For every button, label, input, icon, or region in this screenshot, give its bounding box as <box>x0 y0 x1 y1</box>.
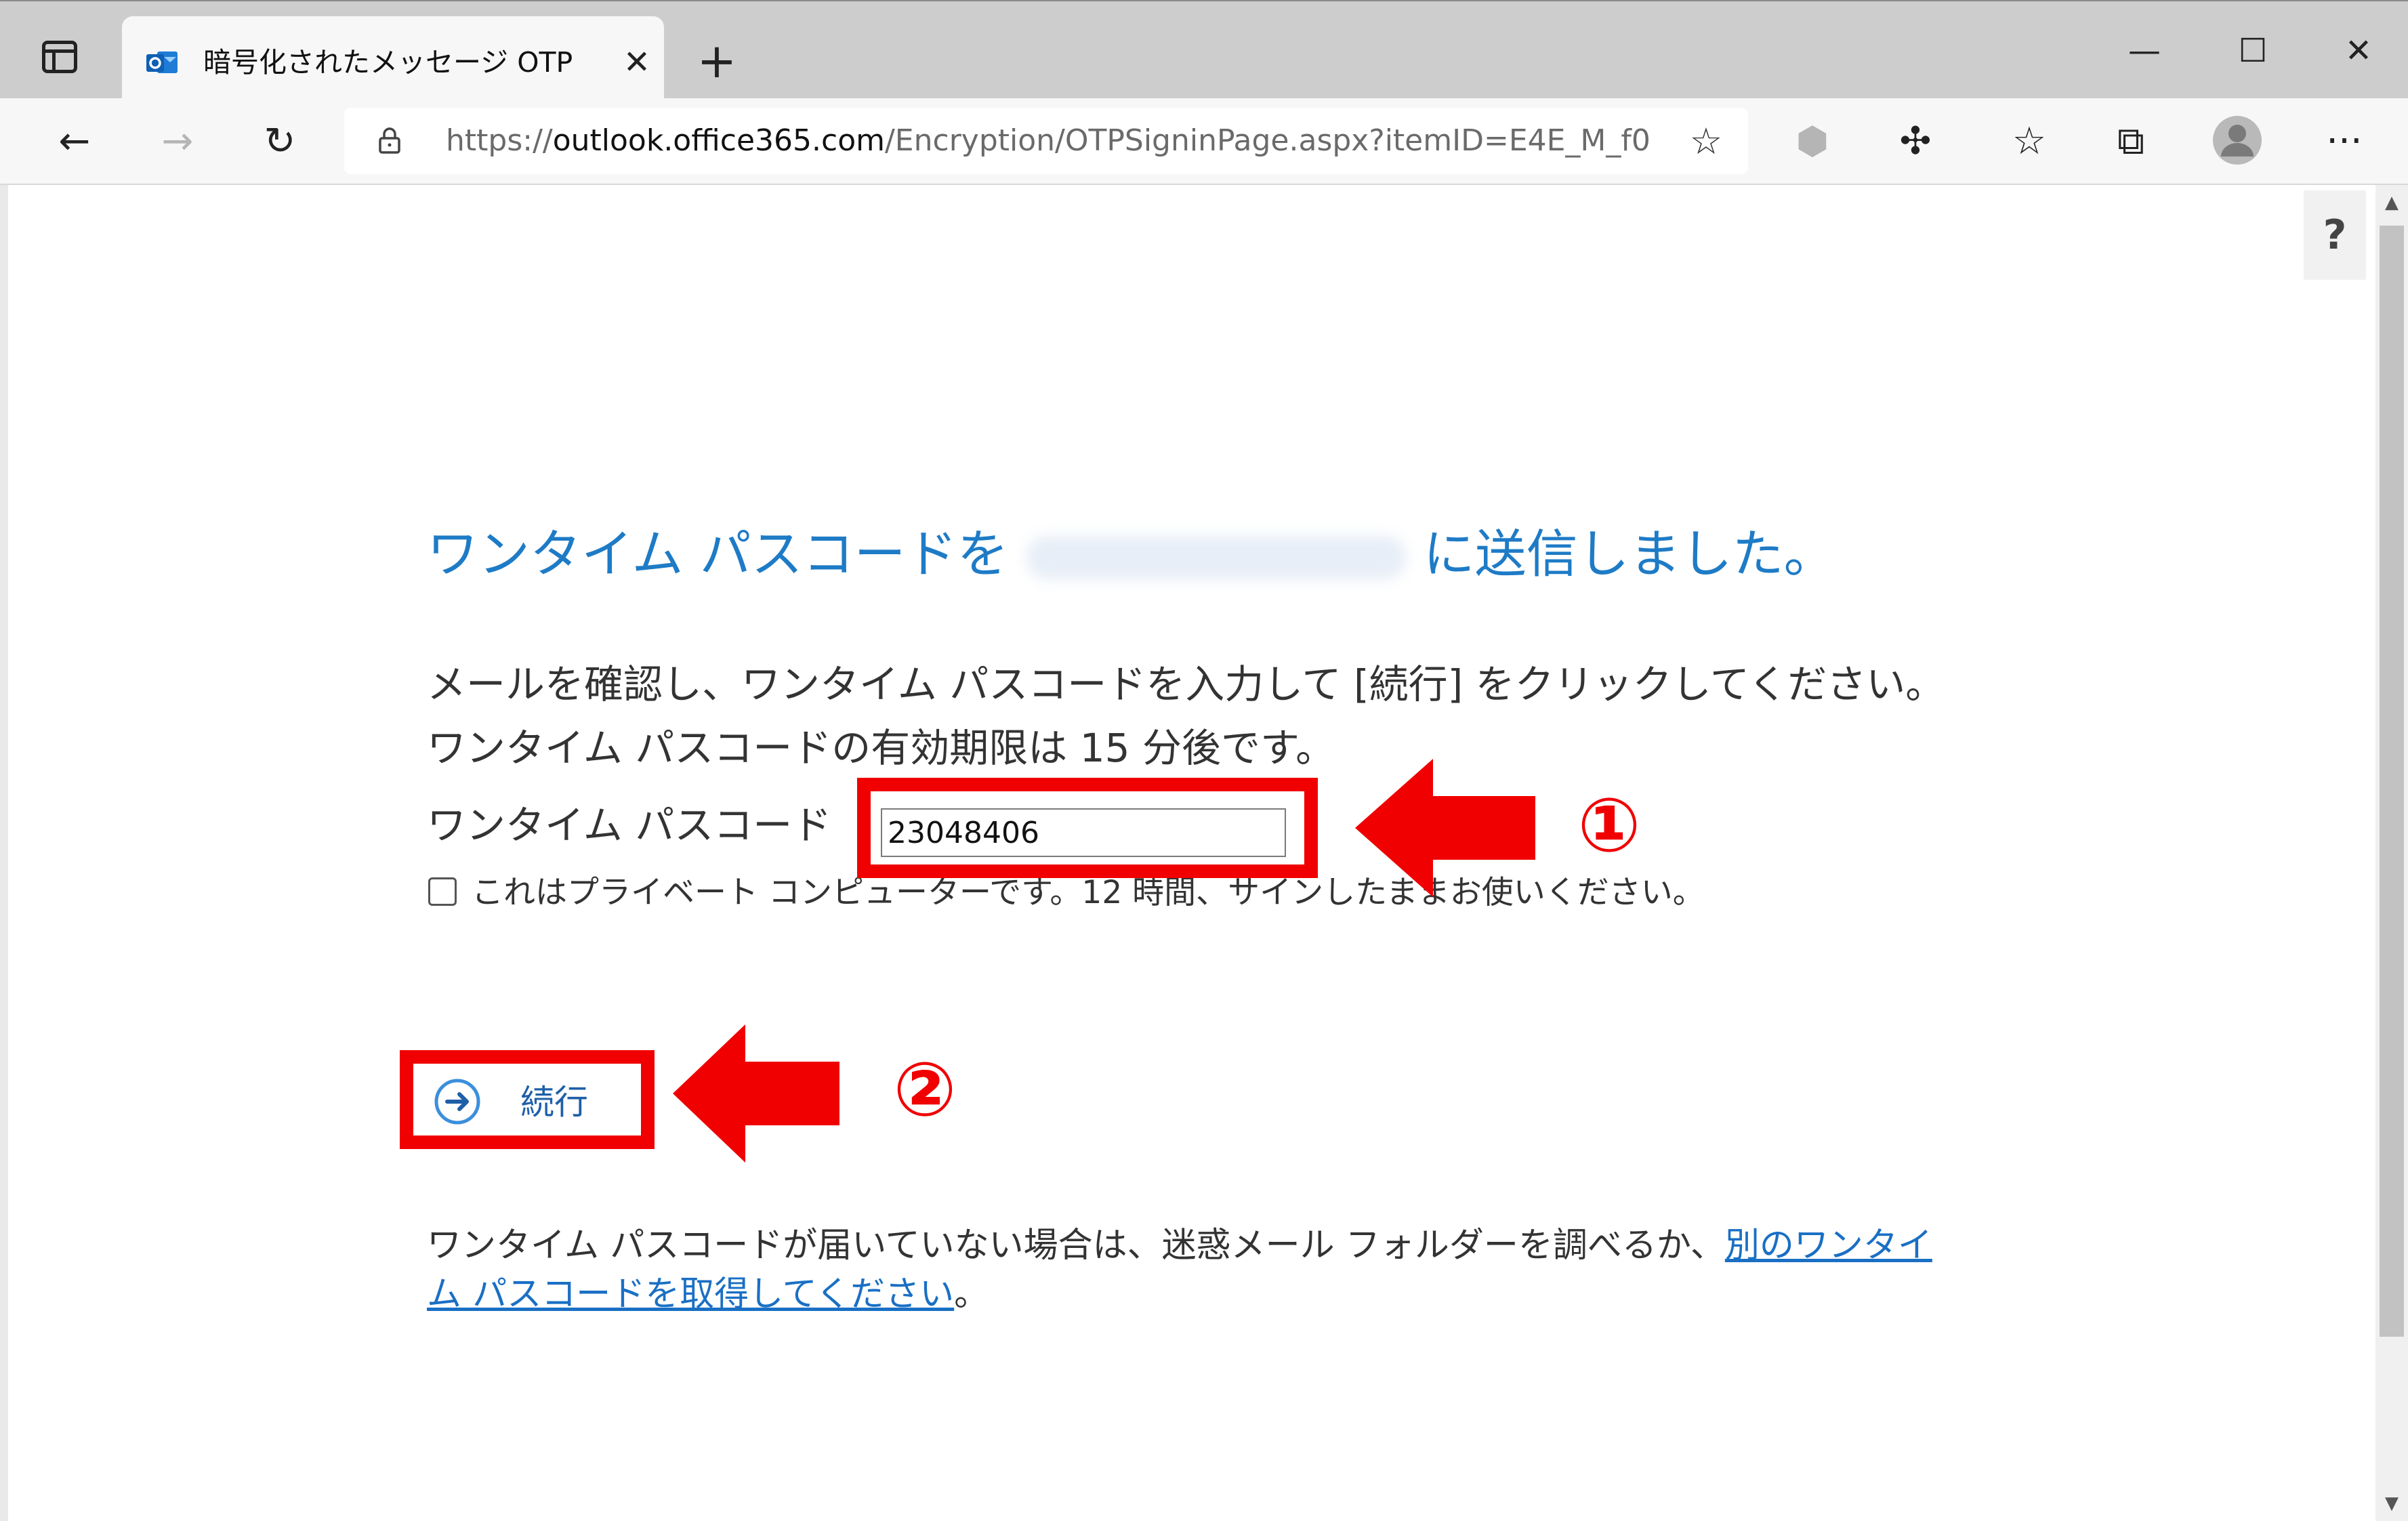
tab-title: 暗号化されたメッセージ OTP のサイン <box>203 46 583 79</box>
heading-prefix: ワンタイム パスコードを <box>427 524 1009 584</box>
redacted-email <box>1026 536 1406 579</box>
left-edge <box>0 185 8 1521</box>
help-button[interactable]: ? <box>2304 190 2366 280</box>
add-favorite-icon[interactable]: ☆ <box>1679 114 1733 169</box>
step-2-number: ② <box>893 1046 957 1133</box>
step-1-number: ① <box>1577 782 1641 869</box>
shield-icon[interactable]: ⬢ <box>1785 114 1840 169</box>
close-window-icon[interactable]: ✕ <box>2328 27 2389 75</box>
private-computer-checkbox[interactable] <box>428 877 457 906</box>
browser-toolbar: ← → ↻ https://outlook.office365.com/Encr… <box>0 98 2408 185</box>
footer-prefix: ワンタイム パスコードが届いていない場合は、迷惑メール フォルダーを調べるか、 <box>427 1226 1725 1266</box>
lock-icon[interactable] <box>378 127 401 154</box>
forward-icon[interactable]: → <box>150 114 205 169</box>
otp-label: ワンタイム パスコード <box>427 802 832 848</box>
heading-suffix: に送信しました。 <box>1423 524 1835 584</box>
highlight-continue-box <box>400 1050 655 1149</box>
minimize-icon[interactable]: — <box>2114 27 2175 75</box>
more-icon[interactable]: ··· <box>2317 114 2371 169</box>
url-scheme: https:// <box>446 123 553 158</box>
highlight-otp-box <box>857 778 1318 878</box>
url-path: /Encryption/OTPSigninPage.aspx?itemID=E4… <box>884 123 1652 158</box>
profile-icon[interactable] <box>2210 113 2264 167</box>
extensions-icon[interactable]: ✣ <box>1888 114 1943 169</box>
page-title: ワンタイム パスコードを に送信しました。 <box>427 517 1917 591</box>
tab-actions-icon[interactable] <box>42 41 77 73</box>
refresh-icon[interactable]: ↻ <box>253 114 307 169</box>
scrollbar-thumb[interactable] <box>2380 226 2404 1337</box>
collections-icon[interactable]: ⧉ <box>2104 114 2158 169</box>
scroll-down-icon[interactable]: ▼ <box>2375 1490 2408 1517</box>
outlook-favicon-icon <box>146 51 178 73</box>
favorites-icon[interactable]: ☆ <box>2002 114 2056 169</box>
footer-suffix: 。 <box>954 1274 989 1314</box>
maximize-icon[interactable]: ☐ <box>2222 27 2283 75</box>
new-tab-icon[interactable]: + <box>694 37 739 85</box>
tab-active[interactable]: 暗号化されたメッセージ OTP のサイン ✕ <box>122 16 664 101</box>
tab-close-icon[interactable]: ✕ <box>617 42 657 83</box>
arrow-left-icon <box>673 1024 839 1163</box>
back-icon[interactable]: ← <box>47 114 102 169</box>
url-text[interactable]: https://outlook.office365.com/Encryption… <box>446 108 1652 174</box>
scroll-up-icon[interactable]: ▲ <box>2375 189 2408 216</box>
url-host: outlook.office365.com <box>552 123 885 158</box>
footer-text: ワンタイム パスコードが届いていない場合は、迷惑メール フォルダーを調べるか、別… <box>427 1222 1951 1343</box>
tab-strip: 暗号化されたメッセージ OTP のサイン ✕ + — ☐ ✕ <box>0 0 2408 101</box>
address-bar[interactable]: https://outlook.office365.com/Encryption… <box>344 108 1748 174</box>
arrow-left-icon <box>1355 759 1535 897</box>
instructions-text: メールを確認し、ワンタイム パスコードを入力して [続行] をクリックしてくださ… <box>427 661 1945 771</box>
